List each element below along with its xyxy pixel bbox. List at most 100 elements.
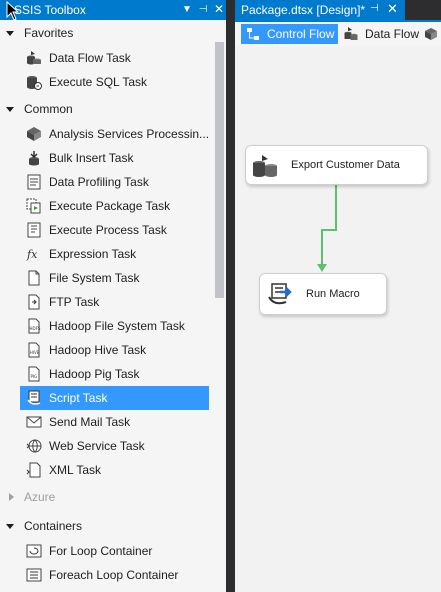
toolbox-item-label: Send Mail Task — [49, 415, 131, 429]
task-export-customer-data[interactable]: Export Customer Data — [245, 145, 428, 185]
foreach-loop-icon — [26, 568, 42, 582]
toolbox-item-hadoop-file-system[interactable]: HDFS Hadoop File System Task — [20, 314, 209, 338]
execute-process-icon — [27, 222, 41, 238]
toolbox-item-label: Data Flow Task — [49, 51, 131, 65]
toolbox-item-foreach-loop[interactable]: Foreach Loop Container — [20, 563, 209, 587]
pig-icon: PIG — [28, 366, 40, 382]
toolbox-item-bulk-insert[interactable]: Bulk Insert Task — [20, 146, 209, 170]
ssis-toolbox-panel: SSIS Toolbox ▼ ⊣ ✕ Favorites Data Flow T… — [0, 0, 231, 592]
group-label: Azure — [24, 490, 56, 504]
script-task-icon — [27, 390, 41, 405]
expanded-arrow-icon — [6, 107, 14, 112]
group-common[interactable]: Common — [0, 98, 212, 122]
data-flow-task-icon — [27, 51, 41, 65]
web-service-icon — [26, 439, 42, 453]
toolbox-item-label: Hadoop Hive Task — [49, 343, 147, 357]
execute-package-icon — [26, 198, 41, 214]
toolbox-item-label: For Loop Container — [49, 544, 153, 558]
designer-toolbar: Control Flow Data Flow — [235, 22, 441, 46]
toolbox-item-web-service[interactable]: Web Service Task — [20, 434, 209, 458]
mail-icon — [26, 416, 42, 428]
close-icon[interactable]: ✕ — [212, 2, 226, 17]
expanded-arrow-icon — [6, 31, 14, 36]
toolbox-item-file-system[interactable]: File System Task — [20, 266, 209, 290]
tab-control-flow[interactable]: Control Flow — [241, 24, 338, 44]
xml-icon — [26, 462, 41, 478]
toolbox-item-execute-process[interactable]: Execute Process Task — [20, 218, 209, 242]
toolbox-item-script-task[interactable]: Script Task — [20, 386, 209, 410]
toolbox-item-label: Hadoop File System Task — [49, 319, 185, 333]
toolbox-scrollbar-thumb[interactable] — [215, 42, 224, 298]
close-icon[interactable]: ✕ — [387, 1, 398, 17]
tab-data-flow[interactable]: Data Flow — [339, 24, 419, 44]
script-task-icon — [268, 283, 292, 305]
toolbox-item-label: File System Task — [49, 271, 140, 285]
toolbox-item-send-mail[interactable]: Send Mail Task — [20, 410, 209, 434]
document-tab-package[interactable]: Package.dtsx [Design]* ⊣ ✕ — [235, 0, 405, 20]
analysis-services-icon — [27, 127, 41, 141]
for-loop-icon — [26, 544, 42, 558]
group-label: Common — [24, 102, 73, 116]
mouse-cursor-icon — [6, 1, 20, 21]
toolbox-list: Favorites Data Flow Task Execute SQL Tas… — [0, 22, 212, 592]
svg-text:fx: fx — [26, 248, 38, 261]
task-label: Run Macro — [306, 288, 360, 300]
svg-text:HDFS: HDFS — [30, 326, 41, 331]
collapsed-arrow-icon — [9, 493, 14, 501]
hdfs-icon: HDFS — [28, 318, 41, 334]
group-azure[interactable]: Azure — [0, 486, 212, 510]
parameters-tab-icon[interactable] — [424, 27, 438, 41]
expanded-arrow-icon — [6, 524, 14, 529]
data-flow-task-icon — [344, 27, 358, 40]
pin-icon[interactable]: ⊣ — [370, 3, 379, 14]
ftp-icon — [28, 294, 40, 310]
toolbox-item-xml[interactable]: XML Task — [20, 458, 209, 482]
group-containers[interactable]: Containers — [0, 515, 212, 539]
task-run-macro[interactable]: Run Macro — [259, 273, 387, 315]
svg-text:PIG: PIG — [31, 374, 38, 379]
svg-text:HIVE: HIVE — [30, 350, 40, 355]
bulk-insert-icon — [29, 151, 39, 166]
panel-splitter[interactable] — [226, 0, 231, 592]
toolbox-item-label: Execute Package Task — [49, 199, 171, 213]
hive-icon: HIVE — [28, 342, 40, 358]
task-label: Export Customer Data — [291, 159, 400, 171]
control-flow-canvas[interactable] — [235, 46, 441, 592]
toolbox-item-hadoop-hive[interactable]: HIVE Hadoop Hive Task — [20, 338, 209, 362]
file-system-icon — [28, 270, 40, 286]
toolbox-item-label: FTP Task — [49, 295, 100, 309]
toolbox-item-label: Web Service Task — [49, 439, 145, 453]
toolbox-item-execute-sql-task[interactable]: Execute SQL Task — [20, 70, 209, 94]
data-profiling-icon — [27, 174, 41, 190]
toolbox-item-analysis-services[interactable]: Analysis Services Processin... — [20, 122, 209, 146]
toolbox-item-label: Hadoop Pig Task — [49, 367, 140, 381]
toolbox-item-data-flow-task[interactable]: Data Flow Task — [20, 46, 209, 70]
toolbox-item-hadoop-pig[interactable]: PIG Hadoop Pig Task — [20, 362, 209, 386]
execute-sql-task-icon — [27, 76, 42, 90]
toolbox-item-label: XML Task — [49, 463, 102, 477]
toolbox-title: SSIS Toolbox — [14, 3, 86, 17]
data-flow-task-icon — [253, 155, 277, 177]
toolbox-item-label: Execute SQL Task — [49, 75, 148, 89]
toolbox-item-label: Expression Task — [49, 247, 137, 261]
toolbox-item-label: Bulk Insert Task — [49, 151, 134, 165]
toolbox-item-ftp[interactable]: FTP Task — [20, 290, 209, 314]
tab-label: Data Flow — [365, 27, 420, 41]
group-label: Favorites — [24, 26, 74, 40]
toolbox-item-data-profiling[interactable]: Data Profiling Task — [20, 170, 209, 194]
toolbox-item-label: Script Task — [49, 391, 108, 405]
pin-icon[interactable]: ⊣ — [196, 2, 210, 17]
toolbox-header: SSIS Toolbox ▼ ⊣ ✕ — [0, 0, 231, 20]
expression-fx-icon: fx — [26, 248, 38, 261]
toolbox-item-label: Data Profiling Task — [49, 175, 149, 189]
toolbox-item-expression[interactable]: fx Expression Task — [20, 242, 209, 266]
group-label: Containers — [24, 519, 83, 533]
group-favorites[interactable]: Favorites — [0, 22, 212, 46]
toolbox-item-for-loop[interactable]: For Loop Container — [20, 539, 209, 563]
document-tab-title: Package.dtsx [Design]* — [241, 3, 366, 17]
toolbox-item-execute-package[interactable]: Execute Package Task — [20, 194, 209, 218]
toolbox-item-label: Execute Process Task — [49, 223, 167, 237]
dropdown-arrow-icon[interactable]: ▼ — [180, 2, 194, 17]
tab-label: Control Flow — [267, 27, 335, 41]
toolbox-item-label: Foreach Loop Container — [49, 568, 179, 582]
